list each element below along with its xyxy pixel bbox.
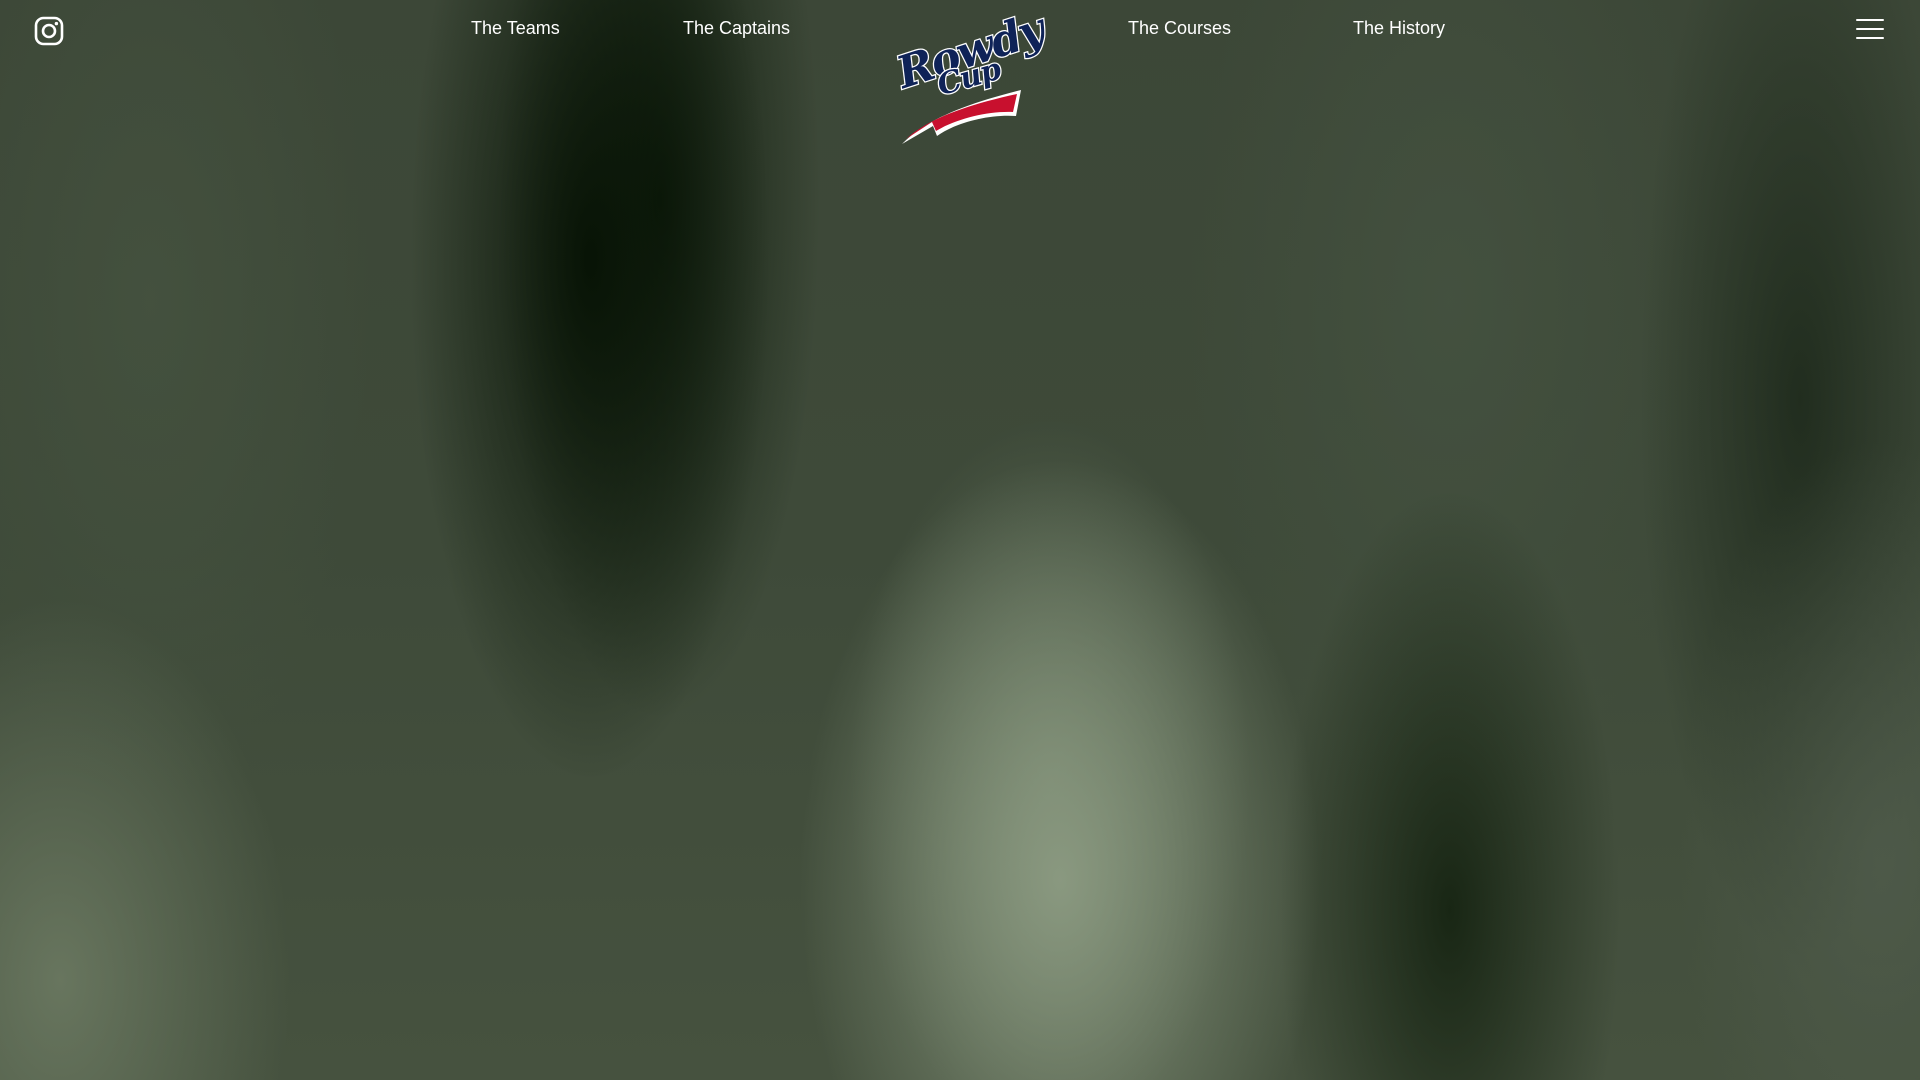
menu-bar-line (1856, 19, 1884, 21)
site-header: The Teams The Captains Rowdy Cup The Cou… (0, 0, 1920, 150)
instagram-glyph (34, 16, 64, 46)
hero-background (0, 0, 1920, 1080)
instagram-icon[interactable] (33, 15, 65, 47)
page: The Teams The Captains Rowdy Cup The Cou… (0, 0, 1920, 1080)
hamburger-menu-icon[interactable] (1856, 17, 1884, 41)
rowdy-cup-logo[interactable]: Rowdy Cup (890, 3, 1051, 146)
nav-link-the-history[interactable]: The History (1353, 16, 1445, 40)
nav-link-the-captains[interactable]: The Captains (683, 16, 790, 40)
menu-bar-line (1856, 28, 1884, 30)
nav-link-the-teams[interactable]: The Teams (471, 16, 560, 40)
nav-link-the-courses[interactable]: The Courses (1128, 16, 1231, 40)
menu-bar-line (1856, 37, 1884, 39)
